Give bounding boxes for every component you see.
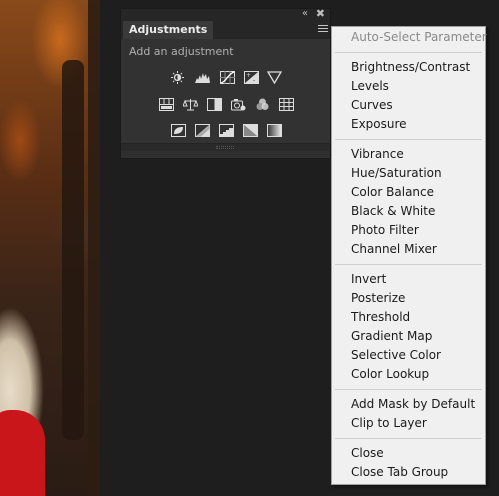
panel-header-bar: « ✖ (121, 8, 330, 21)
panel-body: Add an adjustment + - (121, 39, 330, 151)
red-dress (0, 410, 45, 496)
menu-item-curves[interactable]: Curves (332, 96, 485, 115)
svg-text:+: + (246, 72, 251, 79)
menu-item-auto-select-parameter: Auto-Select Parameter (351, 30, 487, 44)
brightness-contrast-icon[interactable] (170, 71, 185, 84)
photo-filter-icon[interactable] (231, 98, 246, 111)
tab-adjustments[interactable]: Adjustments (123, 21, 214, 39)
menu-item-black-white[interactable]: Black & White (332, 202, 485, 221)
menu-separator (335, 438, 482, 439)
posterize-icon[interactable] (195, 124, 210, 137)
levels-icon[interactable] (195, 71, 210, 84)
selective-color-icon[interactable] (267, 124, 282, 137)
panel-context-menu: Auto-Select Parameter Brightness/Contras… (331, 26, 487, 485)
panel-tab-row: Adjustments (121, 21, 330, 39)
menu-item-color-balance[interactable]: Color Balance (332, 183, 485, 202)
adjustment-icon-row-3 (121, 124, 332, 142)
menu-item-levels[interactable]: Levels (332, 77, 485, 96)
panel-menu-icon[interactable] (318, 25, 328, 35)
tree-trunk (88, 0, 100, 496)
menu-item-hue-saturation[interactable]: Hue/Saturation (332, 164, 485, 183)
collapse-panel-icon[interactable]: « (302, 8, 308, 20)
color-lookup-icon[interactable] (279, 98, 294, 111)
curves-icon[interactable] (220, 71, 235, 84)
document-canvas[interactable] (0, 0, 100, 496)
menu-item-close[interactable]: Close (332, 444, 485, 463)
add-adjustment-label: Add an adjustment (129, 45, 234, 58)
hue-saturation-icon[interactable] (159, 98, 174, 111)
menu-separator (335, 139, 482, 140)
menu-item-exposure[interactable]: Exposure (332, 115, 485, 134)
menu-item-color-lookup[interactable]: Color Lookup (332, 365, 485, 384)
panel-bottom-bar (121, 143, 330, 151)
exposure-icon[interactable]: + - (244, 71, 259, 84)
menu-separator (335, 389, 482, 390)
menu-item-brightness-contrast[interactable]: Brightness/Contrast (332, 58, 485, 77)
menu-item-vibrance[interactable]: Vibrance (332, 145, 485, 164)
svg-text:-: - (253, 77, 255, 84)
gradient-map-icon[interactable] (243, 124, 258, 137)
threshold-icon[interactable] (219, 124, 234, 137)
menu-item-channel-mixer[interactable]: Channel Mixer (332, 240, 485, 259)
adjustments-panel: « ✖ Adjustments Add an adjustment + - (120, 8, 331, 159)
channel-mixer-icon[interactable] (255, 98, 270, 111)
menu-separator (335, 52, 482, 53)
menu-item-clip-to-layer[interactable]: Clip to Layer (332, 414, 485, 433)
black-white-icon[interactable] (207, 98, 222, 111)
menu-item-close-tab-group[interactable]: Close Tab Group (332, 463, 485, 482)
menu-item-selective-color[interactable]: Selective Color (332, 346, 485, 365)
menu-separator (335, 264, 482, 265)
photoshop-workspace: « ✖ Adjustments Add an adjustment + - Au… (0, 0, 499, 496)
menu-item-threshold[interactable]: Threshold (332, 308, 485, 327)
color-balance-icon[interactable] (183, 98, 198, 111)
menu-item-gradient-map[interactable]: Gradient Map (332, 327, 485, 346)
adjustment-icon-row-2 (121, 98, 332, 116)
resize-grip[interactable] (216, 146, 234, 149)
close-icon[interactable]: ✖ (316, 8, 325, 20)
menu-item-posterize[interactable]: Posterize (332, 289, 485, 308)
invert-icon[interactable] (171, 124, 186, 137)
menu-item-add-mask-by-default[interactable]: Add Mask by Default (332, 395, 485, 414)
menu-item-photo-filter[interactable]: Photo Filter (332, 221, 485, 240)
adjustment-icon-row-1: + - (121, 71, 332, 89)
menu-item-invert[interactable]: Invert (332, 270, 485, 289)
vibrance-icon[interactable] (267, 71, 282, 84)
